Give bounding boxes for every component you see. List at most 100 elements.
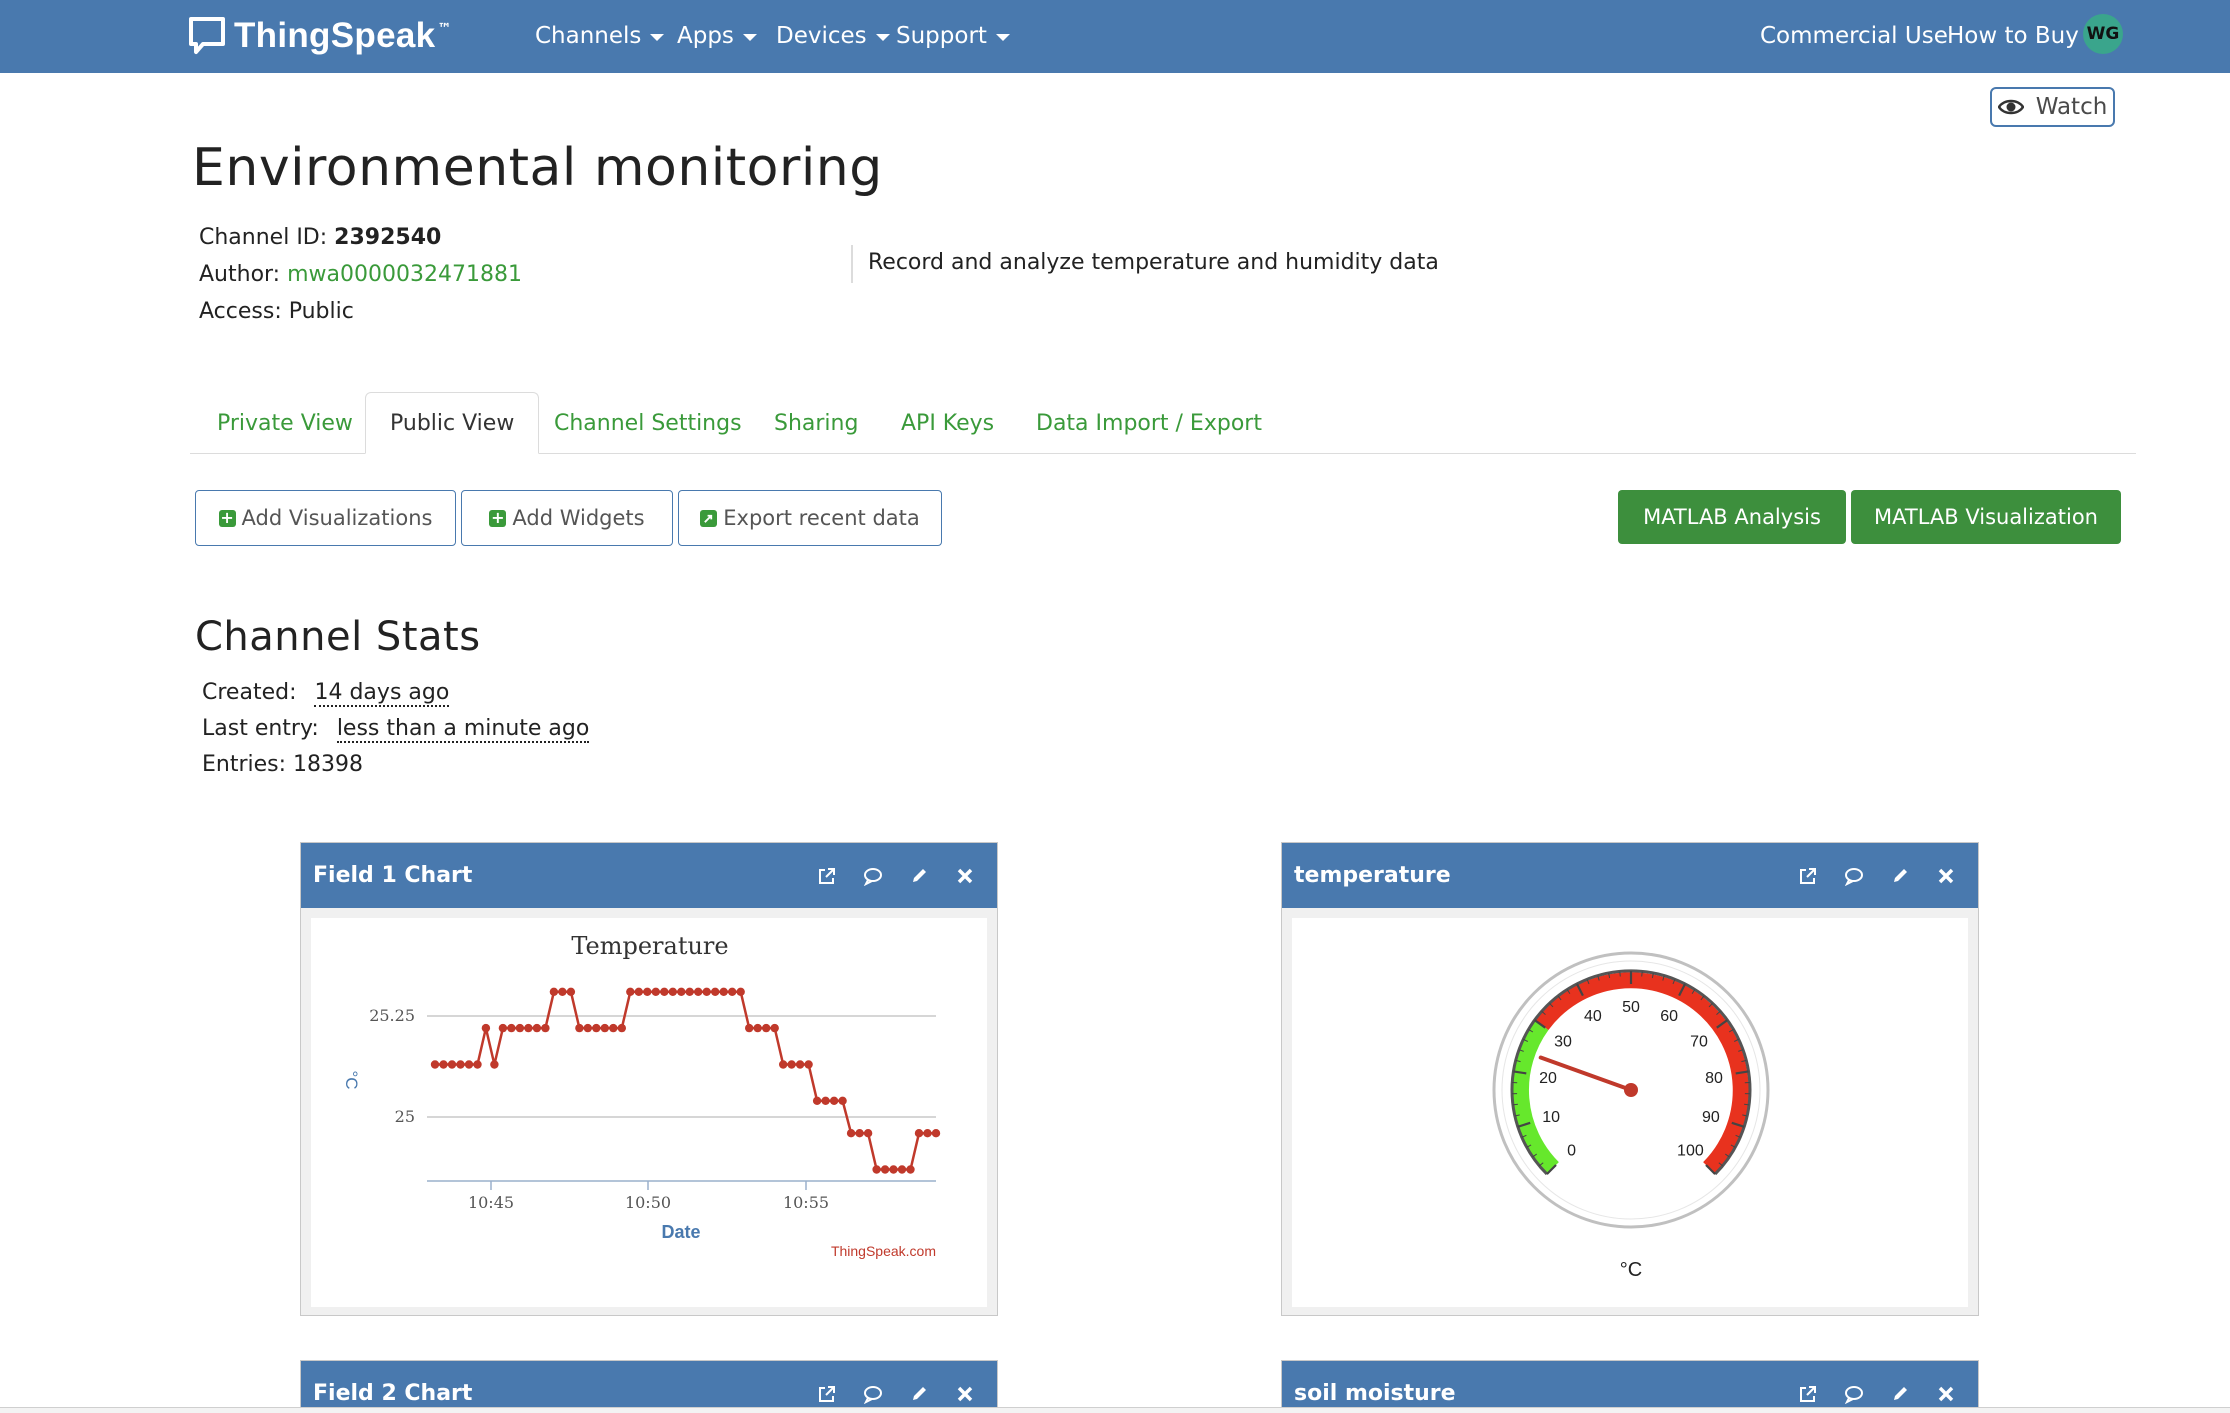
field1-chart-widget: Field 1 Chart Temperature 25 25.25 10:45 10:… (300, 842, 998, 1316)
data-point (855, 1129, 864, 1138)
data-point (897, 1165, 907, 1174)
data-point (643, 987, 652, 996)
tab-channel-settings[interactable]: Channel Settings (530, 392, 766, 454)
data-point (694, 987, 703, 996)
gauge-label: 40 (1584, 1008, 1602, 1025)
data-point (779, 1060, 788, 1069)
close-icon[interactable] (955, 866, 975, 886)
author-link[interactable]: mwa0000032471881 (287, 262, 522, 287)
widget-title: Field 2 Chart (313, 1381, 473, 1406)
field2-chart-widget: Field 2 Chart (300, 1360, 998, 1413)
data-point (745, 1023, 754, 1033)
nav-menu-label: Apps (677, 23, 734, 49)
nav-menu-support[interactable]: Support (896, 17, 1010, 55)
tab-api-keys[interactable]: API Keys (877, 392, 1018, 454)
close-icon[interactable] (1936, 1384, 1956, 1404)
external-link-icon[interactable] (1798, 1384, 1818, 1404)
add-visualizations-button[interactable]: + Add Visualizations (195, 490, 456, 546)
data-point (660, 987, 669, 996)
watch-label: Watch (2035, 94, 2108, 120)
data-point (770, 1023, 779, 1033)
thingspeak-logo[interactable]: ThingSpeak ™ (188, 13, 451, 59)
nav-commercial-use[interactable]: Commercial Use (1760, 17, 1948, 55)
channel-author: Author: mwa0000032471881 (199, 262, 522, 287)
export-recent-data-button[interactable]: Export recent data (678, 490, 942, 546)
tab-sharing[interactable]: Sharing (750, 392, 882, 454)
chat-bubble-icon (189, 17, 225, 54)
external-link-icon[interactable] (817, 1384, 837, 1404)
chart-credit: ThingSpeak.com (831, 1243, 936, 1259)
data-point (677, 987, 686, 996)
data-point (829, 1096, 839, 1105)
data-point (795, 1060, 805, 1069)
gauge-minor-tick (1641, 971, 1643, 977)
last-entry-label: Last entry: (202, 716, 319, 741)
field1-chart-body: Temperature 25 25.25 10:45 10:50 10:55 Date °C T… (311, 918, 987, 1307)
widget-header: Field 2 Chart (301, 1361, 997, 1413)
data-point (863, 1129, 873, 1138)
matlab-analysis-button[interactable]: MATLAB Analysis (1618, 490, 1846, 544)
gauge-label: 0 (1567, 1142, 1576, 1159)
nav-how-to-buy[interactable]: How to Buy (1947, 17, 2079, 55)
external-link-icon[interactable] (1798, 866, 1818, 886)
data-point (515, 1023, 525, 1033)
gauge-label: 10 (1542, 1109, 1560, 1126)
nav-menu-channels[interactable]: Channels (535, 17, 665, 55)
brand-trademark: ™ (437, 21, 452, 37)
created-value: 14 days ago (314, 680, 450, 707)
y-tick-label: 25.25 (369, 1006, 415, 1025)
pencil-icon[interactable] (1890, 866, 1910, 886)
data-point (549, 987, 559, 996)
brand-name: ThingSpeak (234, 16, 436, 55)
nav-menu-apps[interactable]: Apps (677, 17, 757, 55)
close-icon[interactable] (1936, 866, 1956, 886)
data-point (541, 1023, 550, 1033)
matlab-visualization-button[interactable]: MATLAB Visualization (1851, 490, 2121, 544)
data-point (736, 987, 745, 996)
page-title: Environmental monitoring (192, 138, 883, 198)
gauge-label: 50 (1622, 999, 1640, 1016)
nav-menu-label: Devices (776, 23, 867, 49)
gauge-label: 60 (1660, 1008, 1678, 1025)
comment-icon[interactable] (1844, 866, 1864, 886)
watch-button[interactable]: Watch (1990, 87, 2115, 127)
nav-menu-devices[interactable]: Devices (776, 17, 890, 55)
widget-title: temperature (1294, 863, 1451, 888)
comment-icon[interactable] (863, 866, 883, 886)
data-point (600, 1023, 609, 1033)
data-point (490, 1060, 499, 1069)
channel-stats-heading: Channel Stats (195, 614, 481, 660)
pencil-icon[interactable] (909, 866, 929, 886)
tab-private-view[interactable]: Private View (193, 392, 377, 454)
caret-down-icon (995, 33, 1010, 41)
data-point (762, 1023, 771, 1033)
user-avatar[interactable]: WG (2083, 14, 2123, 54)
stat-created: Created: 14 days ago (202, 680, 450, 707)
data-point (906, 1165, 915, 1174)
tab-data-import-export[interactable]: Data Import / Export (1012, 392, 1286, 454)
top-navbar: ThingSpeak ™ Channels Apps Devices Suppo… (0, 0, 2230, 73)
x-axis-label: Date (661, 1222, 700, 1242)
pencil-icon[interactable] (1890, 1384, 1910, 1404)
data-point (626, 987, 635, 996)
data-point (821, 1096, 830, 1105)
add-widgets-button[interactable]: + Add Widgets (461, 490, 673, 546)
pencil-icon[interactable] (909, 1384, 929, 1404)
tab-public-view[interactable]: Public View (365, 392, 540, 454)
widget-toolbar (817, 1361, 975, 1413)
data-point (668, 987, 677, 996)
data-point (430, 1060, 440, 1069)
data-point (685, 987, 694, 996)
close-icon[interactable] (955, 1384, 975, 1404)
data-point (719, 987, 728, 996)
nav-menu-label: Channels (535, 23, 642, 49)
channel-id: Channel ID: 2392540 (199, 225, 441, 250)
comment-icon[interactable] (863, 1384, 883, 1404)
external-link-icon[interactable] (817, 866, 837, 886)
data-point (812, 1096, 822, 1105)
gauge-label: 70 (1690, 1034, 1708, 1051)
comment-icon[interactable] (1844, 1384, 1864, 1404)
caret-down-icon (650, 33, 665, 41)
data-point (473, 1060, 482, 1069)
data-point (753, 1023, 762, 1033)
